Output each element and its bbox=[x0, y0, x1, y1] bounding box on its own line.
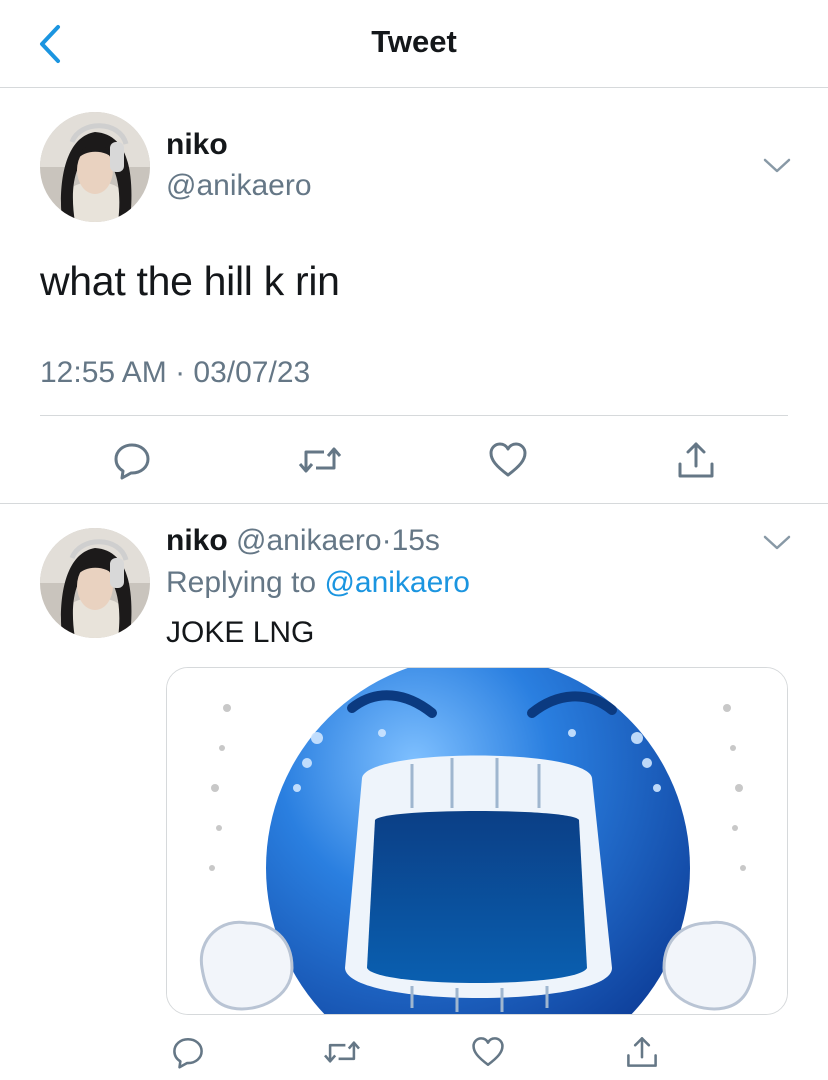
divider bbox=[40, 415, 788, 416]
tweet-media[interactable] bbox=[166, 667, 788, 1015]
replying-prefix: Replying to bbox=[166, 566, 317, 599]
page-title: Tweet bbox=[371, 24, 457, 59]
tweet-menu-button[interactable] bbox=[762, 156, 792, 176]
retweet-icon bbox=[324, 1041, 360, 1063]
tweet-text: what the hill k rin bbox=[40, 258, 340, 304]
like-icon bbox=[472, 1037, 504, 1067]
replying-to-link[interactable]: @anikaero bbox=[324, 566, 470, 599]
share-icon bbox=[678, 442, 714, 478]
reply-header: niko @anikaero·15s bbox=[166, 524, 440, 558]
like-icon bbox=[489, 442, 527, 477]
author-name[interactable]: niko bbox=[166, 128, 228, 162]
like-button[interactable] bbox=[460, 1024, 516, 1080]
tweet-age: 15s bbox=[391, 524, 440, 557]
tweet-text: JOKE LNG bbox=[166, 616, 315, 649]
reply-icon bbox=[173, 1037, 203, 1069]
avatar-image bbox=[40, 528, 150, 638]
reply-button[interactable] bbox=[160, 1024, 216, 1080]
retweet-button[interactable] bbox=[314, 1024, 370, 1080]
top-bar: Tweet bbox=[0, 0, 828, 88]
tweet-timestamp: 12:55 AM · 03/07/23 bbox=[40, 356, 311, 389]
replying-to: Replying to @anikaero bbox=[166, 566, 470, 600]
avatar-image bbox=[40, 112, 150, 222]
avatar[interactable] bbox=[40, 112, 150, 222]
share-icon bbox=[627, 1037, 657, 1067]
divider bbox=[0, 503, 828, 504]
retweet-icon bbox=[298, 447, 342, 473]
reply-button[interactable] bbox=[104, 432, 160, 488]
separator-dot: · bbox=[381, 524, 392, 557]
author-handle[interactable]: @anikaero bbox=[166, 169, 312, 203]
avatar[interactable] bbox=[40, 528, 150, 638]
chevron-down-icon bbox=[763, 535, 791, 550]
reply-icon bbox=[114, 443, 150, 480]
tweet-menu-button[interactable] bbox=[762, 533, 792, 553]
author-handle[interactable]: @anikaero bbox=[236, 524, 382, 557]
share-button[interactable] bbox=[668, 432, 724, 488]
crying-emoji-image bbox=[167, 668, 787, 1014]
like-button[interactable] bbox=[480, 432, 536, 488]
retweet-button[interactable] bbox=[292, 432, 348, 488]
share-button[interactable] bbox=[614, 1024, 670, 1080]
chevron-down-icon bbox=[763, 158, 791, 173]
author-name[interactable]: niko bbox=[166, 524, 228, 557]
